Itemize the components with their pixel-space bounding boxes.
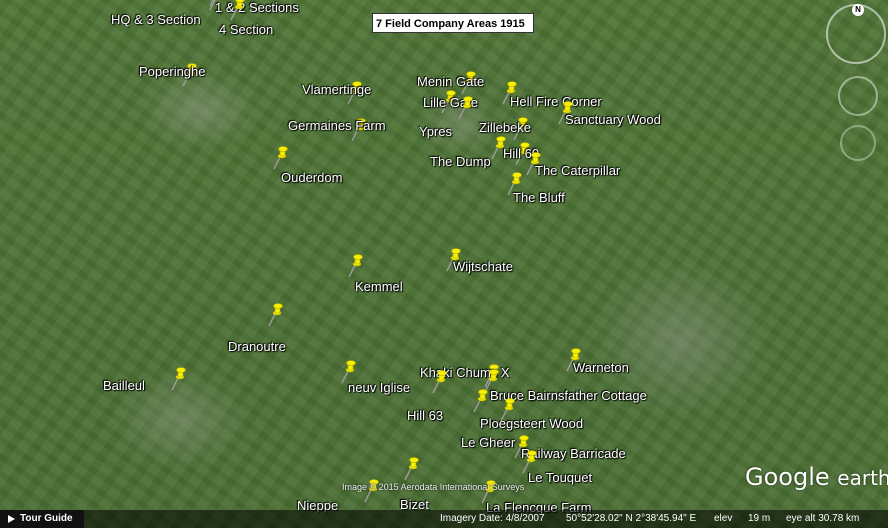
status-bar: Imagery Date: 4/8/2007 50°52'28.02" N 2°… — [0, 510, 888, 528]
elev-label: elev — [714, 513, 733, 524]
placemark-label[interactable]: Le Touquet — [528, 470, 592, 485]
pushpin-icon[interactable] — [470, 388, 492, 414]
pushpin-icon[interactable] — [168, 366, 190, 392]
placemark-label[interactable]: Zillebeke — [479, 120, 531, 135]
brand-main: Google — [745, 463, 830, 491]
google-earth-logo: Google earth — [745, 463, 888, 491]
placemark-label[interactable]: neuv Iglise — [348, 380, 410, 395]
coordinates: 50°52'28.02" N 2°38'45.94" E — [566, 513, 697, 524]
pushpin-icon[interactable] — [401, 456, 423, 482]
tour-guide-button[interactable]: Tour Guide — [0, 510, 84, 528]
pushpin-icon[interactable] — [227, 0, 249, 22]
placemark-label[interactable]: Menin Gate — [417, 74, 484, 89]
pushpin-icon[interactable] — [345, 253, 367, 279]
placemark-label[interactable]: The Caterpillar — [535, 163, 620, 178]
elev-value: 19 m — [748, 513, 771, 524]
look-control[interactable] — [838, 76, 878, 116]
eye-altitude: eye alt 30.78 km — [786, 513, 860, 524]
placemark-label[interactable]: Sanctuary Wood — [565, 112, 661, 127]
placemark-label[interactable]: Wijtschate — [453, 259, 513, 274]
move-control[interactable] — [840, 125, 876, 161]
placemark-label[interactable]: 4 Section — [219, 22, 273, 37]
placemark-label[interactable]: The Bluff — [513, 190, 565, 205]
placemark-label[interactable]: Ouderdom — [281, 170, 342, 185]
placemark-label[interactable]: Kemmel — [355, 279, 403, 294]
placemark-label[interactable]: Hill 63 — [407, 408, 443, 423]
pushpin-icon[interactable] — [455, 95, 477, 121]
placemark-label[interactable]: Bailleul — [103, 378, 145, 393]
pushpin-icon[interactable] — [429, 369, 451, 395]
map-title: 7 Field Company Areas 1915 — [372, 13, 534, 33]
compass-north-icon[interactable]: N — [852, 4, 864, 16]
placemark-label[interactable]: Ploegsteert Wood — [480, 416, 583, 431]
pushpin-icon[interactable] — [497, 397, 519, 423]
placemark-label[interactable]: The Dump — [430, 154, 491, 169]
play-icon — [8, 515, 15, 523]
placemark-label[interactable]: Warneton — [573, 360, 629, 375]
pushpin-icon[interactable] — [270, 145, 292, 171]
placemark-label[interactable]: Germaines Farm — [288, 118, 386, 133]
placemark-label[interactable]: Le Gheer — [461, 435, 515, 450]
placemark-label[interactable]: HQ & 3 Section — [111, 12, 201, 27]
placemark-label[interactable]: Dranoutre — [228, 339, 286, 354]
imagery-copyright: Image © 2015 Aerodata International Surv… — [342, 482, 525, 492]
placemark-label[interactable]: Poperinghe — [139, 64, 206, 79]
brand-sub: earth — [837, 466, 888, 490]
placemark-label[interactable]: Vlamertinge — [302, 82, 371, 97]
placemark-label[interactable]: Ypres — [419, 124, 452, 139]
pushpin-icon[interactable] — [265, 302, 287, 328]
tour-guide-label: Tour Guide — [20, 513, 73, 524]
imagery-date: Imagery Date: 4/8/2007 — [440, 513, 545, 524]
